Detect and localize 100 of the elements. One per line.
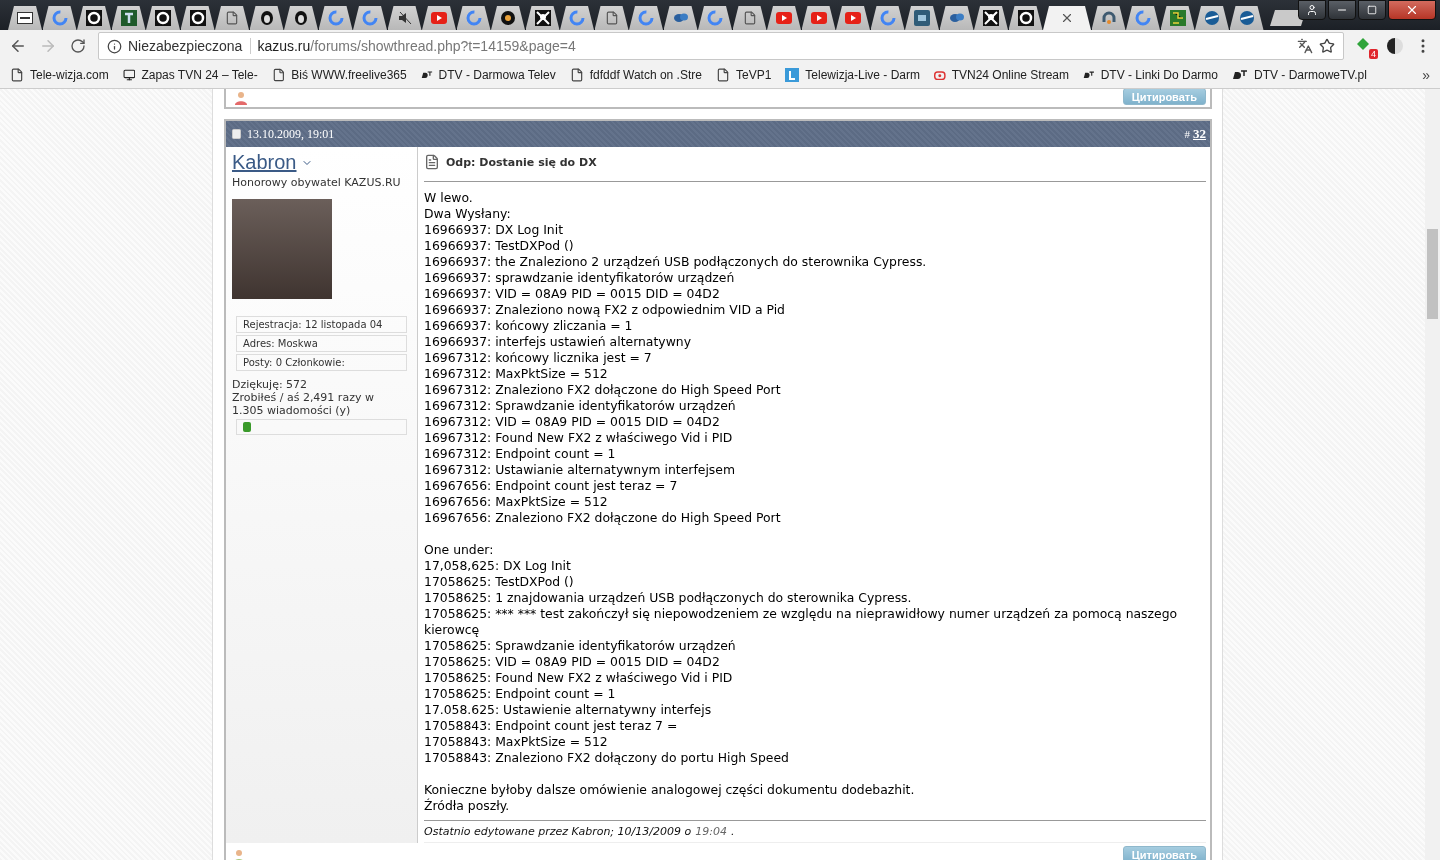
maximize-button[interactable] xyxy=(1358,0,1386,20)
post-number-link[interactable]: 32 xyxy=(1193,126,1206,142)
browser-tab[interactable] xyxy=(1008,6,1043,30)
extension-button[interactable]: 4 xyxy=(1354,35,1376,57)
letter-g-icon xyxy=(362,10,378,26)
browser-tab[interactable] xyxy=(456,6,491,30)
skull-crossbones-icon xyxy=(983,10,999,26)
post-text-line: 17.058.625: Ustawienie alternatywny interfejs xyxy=(424,702,713,718)
bookmark-item[interactable]: Tele-wizja.com xyxy=(10,68,109,82)
bookmark-item[interactable]: Telewizja-Live - Darm xyxy=(785,68,921,82)
browser-tab[interactable] xyxy=(387,6,422,30)
dtv-logo-icon xyxy=(1232,70,1249,80)
browser-tab[interactable] xyxy=(146,6,180,30)
browser-tab[interactable] xyxy=(905,6,939,30)
letter-g-icon xyxy=(1135,10,1151,26)
bookmark-item[interactable]: Zapas TVN 24 – Tele- xyxy=(122,68,258,82)
bookmark-item[interactable]: DTV - Darmowa Telev xyxy=(420,68,556,82)
browser-tab[interactable] xyxy=(939,6,974,30)
browser-tab[interactable] xyxy=(8,6,42,30)
more-bookmarks-button[interactable]: » xyxy=(1422,67,1430,83)
close-window-button[interactable] xyxy=(1388,0,1436,20)
post-text-line: 16967312: MaxPktSize = 512 xyxy=(424,366,609,382)
bookmark-item[interactable]: DTV - DarmoweTV.pl xyxy=(1232,68,1367,82)
browser-tab[interactable] xyxy=(836,6,870,30)
browser-tab[interactable] xyxy=(801,6,836,30)
browser-tab[interactable] xyxy=(525,6,560,30)
user-title: Honorowy obywatel KAZUS.RU xyxy=(232,176,402,189)
bookmark-item[interactable]: Biś WWW.freelive365 xyxy=(271,68,407,82)
bookmark-item[interactable]: fdfddf Watch on .Stre xyxy=(569,68,702,82)
letter-g-icon xyxy=(707,10,723,26)
maximize-icon xyxy=(1367,5,1377,15)
username-link[interactable]: Kabron xyxy=(232,151,411,174)
post-text-line: 16966937: DX Log Init xyxy=(424,222,565,238)
minimize-button[interactable] xyxy=(1328,0,1356,20)
tv-icon xyxy=(934,68,946,82)
close-icon[interactable] xyxy=(1060,11,1074,25)
browser-tab[interactable] xyxy=(111,6,146,30)
square-l-icon xyxy=(785,68,800,82)
address-bar[interactable]: Niezabezpieczona kazus.ru/forums/showthread.php?t=14159&page=4 xyxy=(98,32,1344,60)
browser-tab[interactable] xyxy=(974,6,1008,30)
browser-tab[interactable] xyxy=(732,6,767,30)
browser-tab[interactable] xyxy=(422,6,456,30)
notification-badge: 4 xyxy=(1369,49,1378,59)
browser-tab[interactable] xyxy=(663,6,698,30)
dtv-logo-icon xyxy=(420,70,433,80)
browser-tab[interactable] xyxy=(215,6,249,30)
browser-tab[interactable] xyxy=(249,6,284,30)
page-icon xyxy=(10,68,24,82)
browser-tab[interactable] xyxy=(284,6,318,30)
reload-button[interactable] xyxy=(68,36,88,56)
play-icon xyxy=(431,12,447,24)
browser-tab[interactable] xyxy=(629,6,663,30)
browser-tab[interactable] xyxy=(77,6,111,30)
half-circle-icon[interactable] xyxy=(1386,37,1404,55)
keyboard-icon xyxy=(17,12,33,24)
hash-mark: # xyxy=(1184,128,1190,140)
browser-tab[interactable] xyxy=(698,6,732,30)
square-logo-icon xyxy=(914,10,930,26)
thanked-text: Zrobiłeś / aś 2,491 razy w 1.305 wiadomości (y) xyxy=(232,391,375,417)
browser-tab[interactable] xyxy=(42,6,77,30)
browser-tab[interactable] xyxy=(1091,6,1126,30)
scrollbar-thumb[interactable] xyxy=(1427,229,1438,319)
browser-tab[interactable] xyxy=(594,6,629,30)
browser-tab[interactable] xyxy=(1043,6,1091,30)
bookmark-item[interactable]: DTV - Linki Do Darmo xyxy=(1083,68,1219,82)
browser-tab[interactable] xyxy=(767,6,801,30)
post-text-line: W lewo. xyxy=(424,190,474,206)
post-text-line: 16967656: Endpoint count jest teraz = 7 xyxy=(424,478,679,494)
post-text-line: 17058625: Endpoint count = 1 xyxy=(424,686,617,702)
post-text-line: 16966937: interfejs ustawień alternatywny xyxy=(424,334,692,350)
bookmark-star-icon[interactable] xyxy=(1319,38,1335,54)
browser-tab[interactable] xyxy=(353,6,387,30)
profile-button[interactable] xyxy=(1298,0,1326,20)
browser-tab[interactable] xyxy=(560,6,594,30)
scrollbar[interactable] xyxy=(1425,89,1440,860)
muted-speaker-icon xyxy=(396,10,413,26)
document-icon xyxy=(424,154,440,170)
translate-icon[interactable] xyxy=(1297,38,1313,54)
post-text-line: 17058843: MaxPktSize = 512 xyxy=(424,734,609,750)
post-text-line: 16967312: VID = 08A9 PID = 0015 DID = 04D2 xyxy=(424,414,721,430)
post-text-line: 16966937: Znaleziono nową FX2 z odpowiednim VID a Pid xyxy=(424,302,786,318)
post-text-line: 16967656: MaxPktSize = 512 xyxy=(424,494,609,510)
page-icon xyxy=(715,68,730,82)
browser-tab[interactable] xyxy=(180,6,215,30)
browser-tab[interactable] xyxy=(491,6,525,30)
bookmark-item[interactable]: TeVP1 xyxy=(715,68,772,82)
security-label: Niezabezpieczona xyxy=(128,38,252,54)
browser-tab[interactable] xyxy=(1126,6,1160,30)
bookmark-item[interactable]: TVN24 Online Stream xyxy=(934,68,1070,82)
browser-tab[interactable] xyxy=(1229,6,1264,30)
browser-tab[interactable] xyxy=(1160,6,1195,30)
post-text-line: 16966937: końcowy zliczania = 1 xyxy=(424,318,634,334)
browser-tab[interactable] xyxy=(1195,6,1229,30)
browser-tab[interactable] xyxy=(318,6,353,30)
plane-globe-icon xyxy=(1204,10,1220,26)
browser-tab[interactable] xyxy=(870,6,905,30)
monitor-icon xyxy=(122,68,136,82)
circle-logo-icon xyxy=(500,10,516,26)
play-icon xyxy=(845,12,861,24)
post-text-line: 17058625: TestDXPod () xyxy=(424,574,575,590)
